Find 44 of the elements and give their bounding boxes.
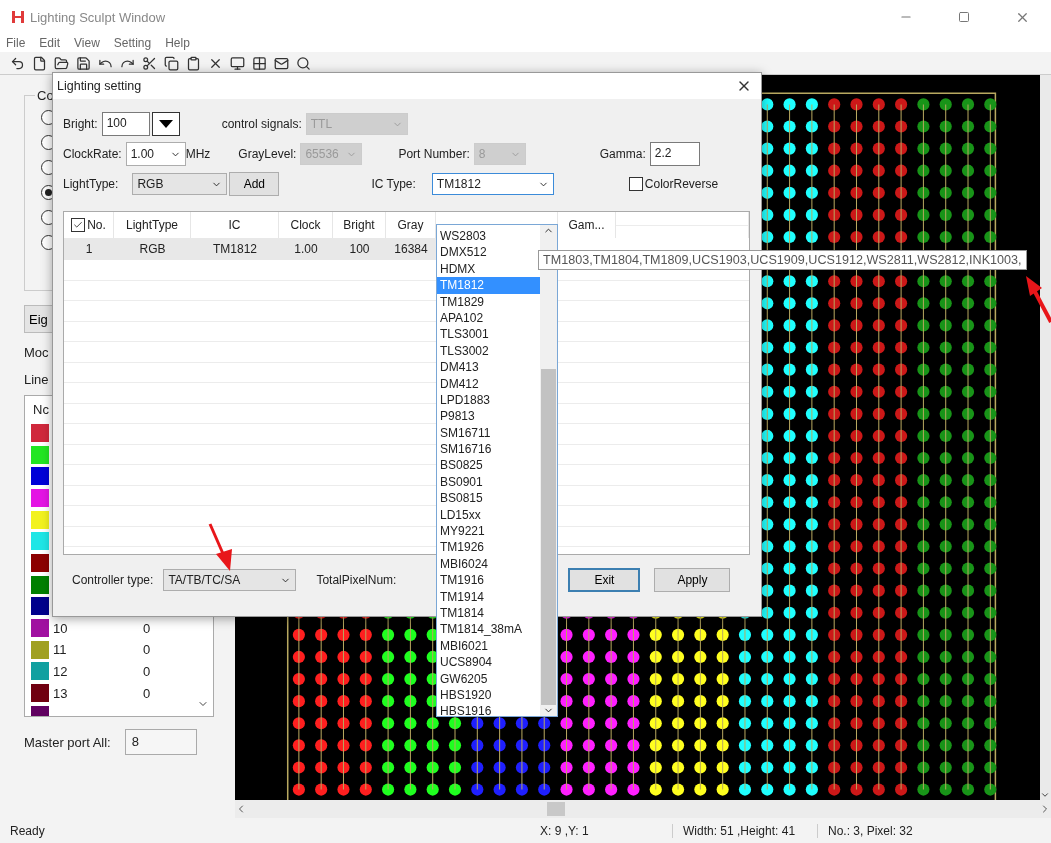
status-text: X: 9 ,Y: 1 bbox=[539, 823, 590, 838]
table-cell: 1 bbox=[64, 238, 114, 260]
column-header: Clock bbox=[279, 212, 333, 238]
column-title: No. bbox=[87, 218, 106, 232]
field-label: LightType: bbox=[63, 177, 119, 191]
field-label: Bright: bbox=[63, 117, 98, 131]
unit-label: MHz bbox=[185, 147, 211, 161]
column-header: Bright bbox=[333, 212, 386, 238]
status-text: Width: 51 ,Height: 41 bbox=[672, 823, 817, 838]
field-label: ClockRate: bbox=[63, 147, 122, 161]
table-cell: 16384 bbox=[386, 238, 436, 260]
table-cell: RGB bbox=[114, 238, 191, 260]
column-header: Gam... bbox=[558, 212, 616, 238]
field-label: control signals: bbox=[221, 117, 302, 131]
table-cell: 100 bbox=[333, 238, 386, 260]
dialog-title: Lighting setting bbox=[57, 79, 142, 93]
field-label: IC Type: bbox=[371, 177, 416, 191]
field-label: TotalPixelNum: bbox=[316, 573, 397, 587]
window-title: Lighting Sculpt Window bbox=[30, 9, 166, 25]
port-value: 0 bbox=[143, 685, 152, 701]
port-number: 10 bbox=[53, 620, 69, 636]
port-number: 11 bbox=[53, 642, 68, 658]
port-value: 0 bbox=[143, 620, 152, 636]
port-value: 0 bbox=[143, 663, 152, 679]
column-header: IC bbox=[191, 212, 279, 238]
port-number: 12 bbox=[53, 663, 69, 679]
table-cell: TM1812 bbox=[191, 238, 279, 260]
port-value: 0 bbox=[143, 642, 152, 658]
field-label: Gamma: bbox=[599, 147, 646, 161]
table-cell: 1.00 bbox=[279, 238, 333, 260]
port-number: 13 bbox=[53, 685, 69, 701]
field-label: GrayLevel: bbox=[238, 147, 297, 161]
column-header: Gray bbox=[386, 212, 436, 238]
status-text: Ready bbox=[9, 823, 46, 838]
field-label: Controller type: bbox=[72, 573, 154, 587]
checkbox-label: ColorReverse bbox=[644, 177, 719, 191]
field-label: Line bbox=[24, 372, 50, 387]
field-label: Port Number: bbox=[398, 147, 470, 161]
column-header: Nc bbox=[33, 401, 49, 417]
tooltip: TM1803,TM1804,TM1809,UCS1903,UCS1909,UCS1912,WS2811,WS2812,INK1003, bbox=[538, 250, 1027, 270]
status-text: No.: 3, Pixel: 32 bbox=[817, 823, 1051, 838]
field-label: Master port All: bbox=[24, 734, 111, 750]
column-header: LightType bbox=[114, 212, 191, 238]
field-label: Moc bbox=[24, 345, 50, 360]
